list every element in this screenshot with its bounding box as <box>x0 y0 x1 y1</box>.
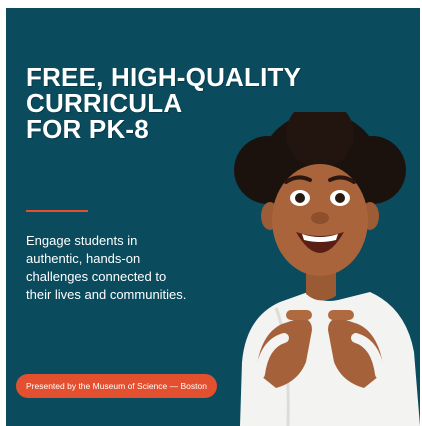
child-photo <box>234 112 420 426</box>
body-text: Engage students in authentic, hands-on c… <box>26 233 187 302</box>
accent-divider <box>26 210 88 212</box>
headline-line-1: FREE, HIGH-QUALITY <box>26 62 302 92</box>
promo-banner: FREE, HIGH-QUALITY CURRICULA FOR PK-8 En… <box>6 8 420 426</box>
presented-by-badge: Presented by the Museum of Science — Bos… <box>16 374 217 398</box>
